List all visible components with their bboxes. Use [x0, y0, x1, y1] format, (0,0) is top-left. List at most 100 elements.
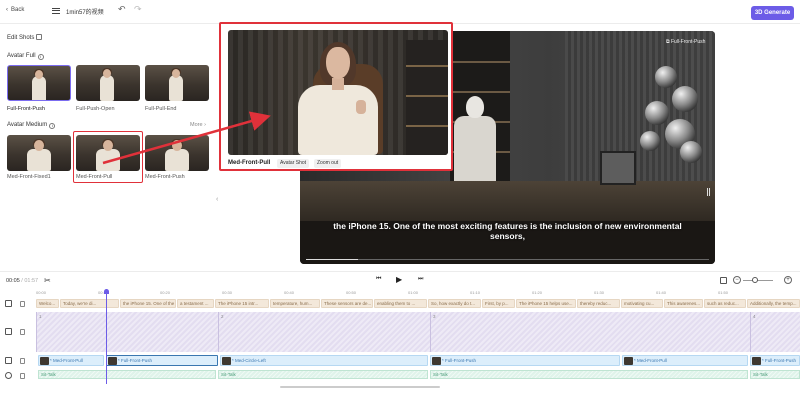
text-segment[interactable]: motivating cu...	[621, 299, 663, 308]
shot-thumbnail	[108, 357, 117, 365]
undo-icon[interactable]: ↶	[118, 4, 126, 15]
text-segment[interactable]: First, by p...	[482, 299, 515, 308]
time-readout: 00:05 / 01:57	[6, 278, 39, 284]
voice-segment[interactable]: Sit-Talk	[750, 370, 800, 379]
ruler-tick-label: 01:50	[718, 290, 729, 295]
voice-segment[interactable]: Sit-Talk	[430, 370, 748, 379]
text-segment[interactable]: Additionally, the temp...	[747, 299, 800, 308]
motion-track: 1234	[36, 312, 800, 352]
shot-segment-label: * Full-Front-Push	[118, 358, 153, 363]
time-ruler[interactable]: 00:00 00:10 00:20 00:30 00:40 00:50 01:00 01:10…	[36, 289, 800, 297]
shot-thumb-med-front-push[interactable]	[145, 135, 209, 171]
preview-progress[interactable]	[306, 258, 709, 260]
collapse-panel-icon[interactable]: ‹	[216, 196, 222, 210]
voice-segment[interactable]: Sit-Talk	[38, 370, 216, 379]
menu-icon[interactable]	[52, 6, 60, 14]
motion-segment[interactable]: 4	[750, 312, 800, 352]
chevron-right-icon: ›	[204, 122, 206, 128]
shot-thumb-full-pull-end[interactable]	[145, 65, 209, 101]
motion-segment[interactable]: 3	[430, 312, 750, 352]
zoom-in-icon[interactable]: +	[784, 276, 792, 284]
text-segment[interactable]: These sensors are de...	[321, 299, 373, 308]
shot-segment[interactable]: * Med-Front-Pull	[622, 355, 748, 366]
statue-figure	[452, 96, 498, 191]
scissors-icon[interactable]: ✂	[44, 276, 51, 285]
ruler-tick-label: 00:00	[36, 290, 47, 295]
shot-segment[interactable]: * Med-Front-Pull	[38, 355, 104, 366]
fit-icon[interactable]	[720, 277, 727, 284]
expand-handle-icon[interactable]	[707, 188, 710, 196]
text-segment[interactable]: enabling them to ...	[374, 299, 427, 308]
zoom-slider-knob[interactable]	[752, 277, 758, 283]
text-segment[interactable]: a testament ...	[177, 299, 214, 308]
generate-button[interactable]: 3D Generate	[751, 6, 794, 20]
lock-icon[interactable]	[20, 329, 25, 335]
shot-thumb-full-push-open[interactable]	[76, 65, 140, 101]
back-button[interactable]: ‹ Back	[6, 7, 24, 13]
more-link[interactable]: More ›	[190, 122, 206, 128]
ruler-tick-label: 00:20	[160, 290, 171, 295]
text-segment[interactable]: Welco...	[36, 299, 59, 308]
shot-segment[interactable]: * Full-Front-Push	[750, 355, 800, 366]
previous-icon[interactable]: ⏮	[376, 276, 381, 283]
text-segment[interactable]: such as reduc...	[704, 299, 746, 308]
motion-segment[interactable]: 2	[218, 312, 430, 352]
voice-segment[interactable]: Sit-Talk	[218, 370, 428, 379]
motion-track-icon	[5, 328, 12, 335]
document-icon	[36, 34, 43, 40]
lock-icon[interactable]	[20, 301, 25, 307]
text-track: Welco... Today, we're di... the iPhone 15.…	[36, 299, 800, 309]
lock-icon[interactable]	[20, 358, 25, 364]
text-segment[interactable]: the iPhone 15. One of the ex...	[120, 299, 176, 308]
ruler-tick-label: 01:40	[656, 290, 667, 295]
shot-thumbnail	[432, 357, 441, 365]
shot-segment-label: * Full-Front-Push	[762, 358, 797, 363]
shot-segment-label: * Med-Circle-Left	[232, 358, 266, 363]
highlight-box	[73, 131, 143, 183]
motion-segment[interactable]: 1	[36, 312, 218, 352]
shot-label: Med-Front-Push	[145, 174, 185, 180]
zoom-slider[interactable]	[743, 280, 773, 281]
tag-avatar-shot: Avatar Shot	[277, 159, 310, 168]
playhead-handle[interactable]	[104, 289, 109, 294]
redo-icon[interactable]: ↷	[134, 4, 142, 15]
shot-thumb-full-front-push[interactable]	[7, 65, 71, 101]
top-bar: ‹ Back 1min57的视频 ↶ ↷ 3D Generate	[0, 0, 800, 24]
next-icon[interactable]: ⏭	[418, 276, 423, 283]
ruler-tick-label: 01:30	[594, 290, 605, 295]
ruler-tick-label: 01:00	[408, 290, 419, 295]
info-icon: i	[49, 123, 56, 129]
shot-label: Full-Front-Push	[7, 106, 45, 112]
project-title[interactable]: 1min57的视频	[66, 7, 104, 16]
text-segment[interactable]: The iPhone 15 intr...	[215, 299, 269, 308]
avatar-full-title: Avatar Full i	[7, 53, 44, 60]
ruler-tick-label: 00:50	[346, 290, 357, 295]
text-segment[interactable]: thereby reduc...	[577, 299, 620, 308]
shot-segment[interactable]: * Med-Circle-Left	[220, 355, 428, 366]
text-segment[interactable]: So, how exactly do t...	[428, 299, 481, 308]
tag-zoom-out: Zoom out	[314, 159, 342, 168]
preview-progress-fill	[306, 258, 359, 260]
text-segment[interactable]: This awarenes...	[664, 299, 703, 308]
shot-thumb-med-front-fixed1[interactable]	[7, 135, 71, 171]
shot-track: * Med-Front-Pull * Full-Front-Push * Med-C…	[36, 355, 800, 367]
timeline: 00:00 00:10 00:20 00:30 00:40 00:50 01:00 01:10…	[0, 289, 800, 394]
timeline-scrollbar[interactable]	[280, 386, 440, 388]
playhead[interactable]	[106, 289, 107, 384]
edit-shots-panel: Edit Shots Avatar Full i Full-Front-Push …	[0, 25, 217, 270]
shot-thumbnail	[624, 357, 633, 365]
shot-tag: ⧉ Full-Front-Push	[666, 39, 706, 45]
info-icon: i	[37, 54, 44, 60]
shot-segment[interactable]: * Full-Front-Push	[430, 355, 620, 366]
shot-segment-label: * Med-Front-Pull	[634, 358, 667, 363]
camera-icon: ⧉	[666, 39, 670, 45]
shot-segment[interactable]: * Full-Front-Push	[106, 355, 218, 366]
play-icon[interactable]: ▶	[396, 275, 402, 284]
text-segment[interactable]: The iPhone 15 helps use...	[516, 299, 576, 308]
ruler-tick-label: 00:30	[222, 290, 233, 295]
zoom-out-icon[interactable]: −	[733, 276, 741, 284]
text-segment[interactable]: Today, we're di...	[60, 299, 119, 308]
subtitle-text: the iPhone 15. One of the most exciting …	[333, 221, 682, 241]
lock-icon[interactable]	[20, 373, 25, 379]
text-segment[interactable]: temperature, hum...	[270, 299, 320, 308]
